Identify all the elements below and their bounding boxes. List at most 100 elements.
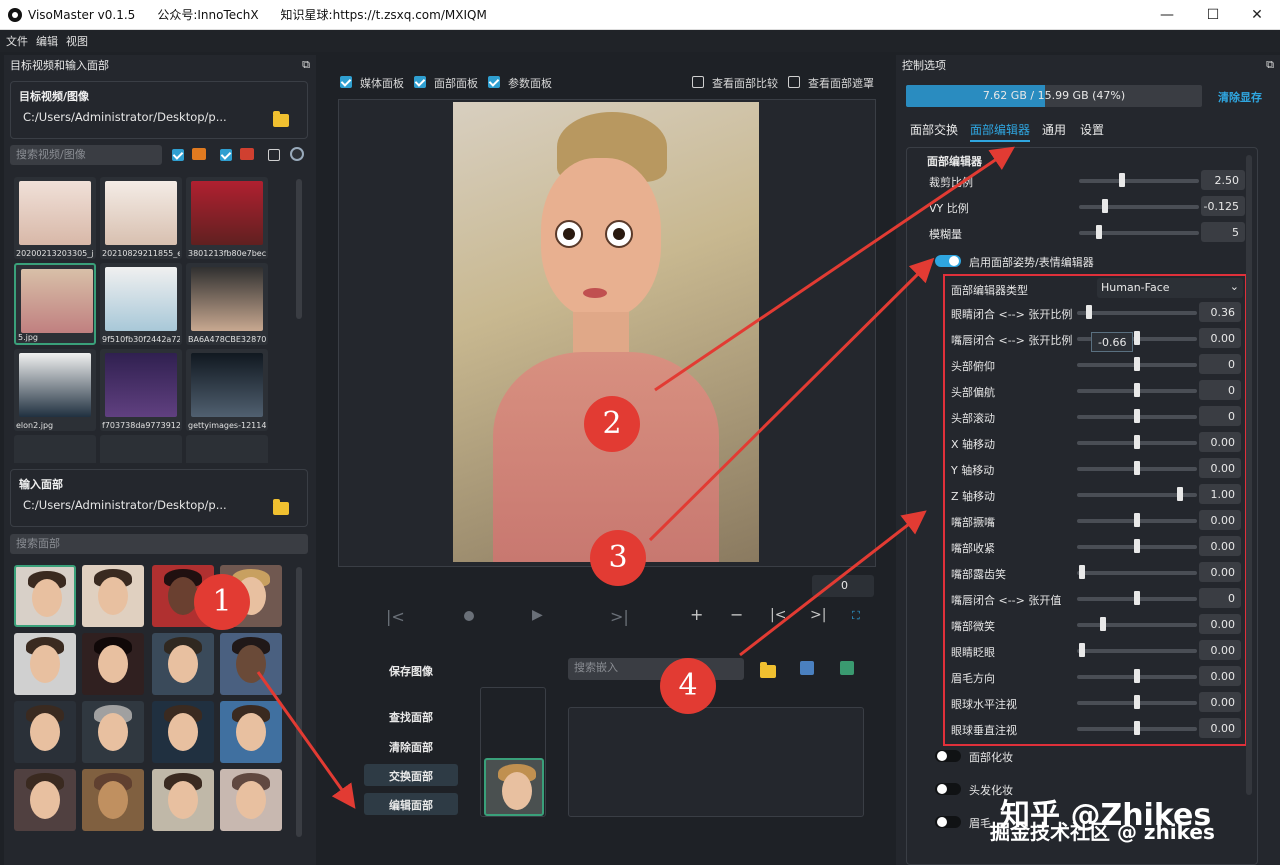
folder-icon[interactable] bbox=[273, 499, 289, 515]
top-param-slider-handle[interactable] bbox=[1096, 225, 1103, 239]
top-param-slider-handle[interactable] bbox=[1118, 173, 1125, 187]
menu-view[interactable]: 视图 bbox=[66, 33, 88, 49]
edit-param-slider-handle[interactable] bbox=[1079, 643, 1086, 657]
folder-icon[interactable] bbox=[273, 111, 289, 127]
edit-param-value-field[interactable]: 0.00 bbox=[1199, 718, 1241, 738]
edit-param-slider-handle[interactable] bbox=[1079, 565, 1086, 579]
search-media-input[interactable]: 搜索视频/图像 bbox=[10, 145, 162, 165]
face-thumb[interactable] bbox=[14, 701, 76, 763]
record-icon[interactable] bbox=[464, 611, 474, 621]
top-param-value-field[interactable]: -0.125 bbox=[1201, 196, 1245, 216]
edit-param-slider-handle[interactable] bbox=[1086, 305, 1093, 319]
edit-param-slider[interactable] bbox=[1077, 571, 1197, 575]
edit-param-slider-handle[interactable] bbox=[1134, 669, 1140, 683]
edit-param-slider-handle[interactable] bbox=[1134, 409, 1140, 423]
clear-vram-button[interactable]: 清除显存 bbox=[1218, 89, 1262, 105]
edit-param-value-field[interactable]: 0.00 bbox=[1199, 510, 1241, 530]
media-thumb[interactable]: 9f510fb30f2442a7275 bbox=[100, 263, 182, 345]
clear-faces-button[interactable]: 清除面部 bbox=[364, 735, 458, 757]
enable-editor-toggle[interactable] bbox=[935, 255, 961, 267]
media-thumb[interactable]: 3801213fb80e7bec54 bbox=[186, 177, 268, 259]
save-embedding-icon[interactable] bbox=[800, 661, 814, 675]
undock-icon[interactable]: ⧉ bbox=[302, 58, 310, 72]
maximize-icon[interactable]: ☐ bbox=[1190, 0, 1236, 30]
edit-param-value-field[interactable]: 0.00 bbox=[1199, 614, 1241, 634]
edit-param-value-field[interactable]: 0.00 bbox=[1199, 536, 1241, 556]
face-thumb[interactable] bbox=[82, 633, 144, 695]
frame-number-field[interactable]: 0 bbox=[812, 575, 874, 597]
next-frame-icon[interactable]: >| bbox=[610, 607, 629, 626]
face-thumb[interactable] bbox=[152, 701, 214, 763]
media-thumb-selected[interactable]: 5.jpg bbox=[14, 263, 96, 345]
tab-general[interactable]: 通用 bbox=[1042, 121, 1066, 138]
edit-param-value-field[interactable]: 0 bbox=[1199, 406, 1241, 426]
search-embedding-input[interactable]: 搜索嵌入 bbox=[568, 658, 744, 680]
media-scrollbar[interactable] bbox=[296, 179, 302, 319]
editor-type-select[interactable]: Human-Face ⌄ bbox=[1097, 278, 1243, 298]
edit-param-value-field[interactable]: 0.00 bbox=[1199, 432, 1241, 452]
media-thumb[interactable]: f703738da9773912b3 bbox=[100, 349, 182, 431]
face-scrollbar[interactable] bbox=[296, 567, 302, 837]
edit-param-slider-handle[interactable] bbox=[1134, 383, 1140, 397]
edit-faces-button[interactable]: 编辑面部 bbox=[364, 793, 458, 815]
edit-param-value-field[interactable]: 0 bbox=[1199, 588, 1241, 608]
play-icon[interactable]: ▶ bbox=[532, 607, 543, 623]
edit-param-slider-handle[interactable] bbox=[1134, 721, 1140, 735]
edit-param-value-field[interactable]: 0.00 bbox=[1199, 666, 1241, 686]
top-param-value-field[interactable]: 5 bbox=[1201, 222, 1245, 242]
find-faces-button[interactable]: 查找面部 bbox=[364, 705, 458, 727]
edit-param-slider-handle[interactable] bbox=[1134, 513, 1140, 527]
add-marker-icon[interactable]: + bbox=[690, 605, 703, 624]
edit-param-slider-handle[interactable] bbox=[1099, 617, 1106, 631]
remove-marker-icon[interactable]: − bbox=[730, 605, 743, 624]
media-thumb[interactable]: 20200213203305_jGu bbox=[14, 177, 96, 259]
filter-webcam-checkbox[interactable] bbox=[268, 149, 280, 161]
detected-face-thumb[interactable] bbox=[484, 758, 544, 816]
close-icon[interactable]: ✕ bbox=[1234, 0, 1280, 30]
media-thumb[interactable]: 20210829211855_e0b bbox=[100, 177, 182, 259]
makeup-toggle[interactable] bbox=[935, 750, 961, 762]
tab-settings[interactable]: 设置 bbox=[1080, 121, 1104, 138]
filter-videos-checkbox[interactable] bbox=[220, 149, 232, 161]
edit-param-value-field[interactable]: 0.00 bbox=[1199, 562, 1241, 582]
edit-param-value-field[interactable]: 0 bbox=[1199, 354, 1241, 374]
edit-param-value-field[interactable]: 0.00 bbox=[1199, 640, 1241, 660]
edit-param-slider-handle[interactable] bbox=[1134, 591, 1140, 605]
open-embedding-icon[interactable] bbox=[760, 662, 776, 678]
tab-face-editor[interactable]: 面部编辑器 bbox=[970, 121, 1031, 142]
top-param-value-field[interactable]: 2.50 bbox=[1201, 170, 1245, 190]
edit-param-slider[interactable] bbox=[1077, 311, 1197, 315]
edit-param-slider-handle[interactable] bbox=[1134, 695, 1140, 709]
edit-param-slider[interactable] bbox=[1077, 623, 1197, 627]
compare-faces-checkbox[interactable] bbox=[692, 76, 704, 88]
prev-marker-icon[interactable]: |< bbox=[770, 607, 786, 623]
edit-param-slider-handle[interactable] bbox=[1134, 331, 1140, 345]
edit-param-slider-handle[interactable] bbox=[1134, 461, 1140, 475]
minimize-icon[interactable]: — bbox=[1144, 0, 1190, 30]
face-thumb[interactable] bbox=[220, 633, 282, 695]
face-thumb[interactable] bbox=[14, 633, 76, 695]
face-thumb[interactable] bbox=[82, 565, 144, 627]
edit-param-slider-handle[interactable] bbox=[1134, 357, 1140, 371]
tab-face-swap[interactable]: 面部交换 bbox=[910, 121, 958, 138]
face-thumb[interactable] bbox=[82, 769, 144, 831]
media-thumb[interactable]: elon2.jpg bbox=[14, 349, 96, 431]
hair-makeup-toggle[interactable] bbox=[935, 783, 961, 795]
face-thumb[interactable] bbox=[220, 701, 282, 763]
media-thumb[interactable] bbox=[186, 435, 268, 463]
media-thumb[interactable] bbox=[14, 435, 96, 463]
edit-param-value-field[interactable]: 0.00 bbox=[1199, 328, 1241, 348]
top-param-slider[interactable] bbox=[1079, 179, 1199, 183]
edit-param-value-field[interactable]: 0.00 bbox=[1199, 458, 1241, 478]
prev-frame-icon[interactable]: |< bbox=[386, 607, 405, 626]
face-thumb[interactable] bbox=[152, 769, 214, 831]
image-viewer[interactable] bbox=[338, 99, 876, 567]
menu-file[interactable]: 文件 bbox=[6, 33, 28, 49]
face-panel-checkbox[interactable] bbox=[414, 76, 426, 88]
edit-param-slider-handle[interactable] bbox=[1177, 487, 1184, 501]
edit-param-value-field[interactable]: 1.00 bbox=[1199, 484, 1241, 504]
edit-param-value-field[interactable]: 0 bbox=[1199, 380, 1241, 400]
top-param-slider[interactable] bbox=[1079, 205, 1199, 209]
eyebrow-toggle[interactable] bbox=[935, 816, 961, 828]
edit-param-value-field[interactable]: 0.36 bbox=[1199, 302, 1241, 322]
